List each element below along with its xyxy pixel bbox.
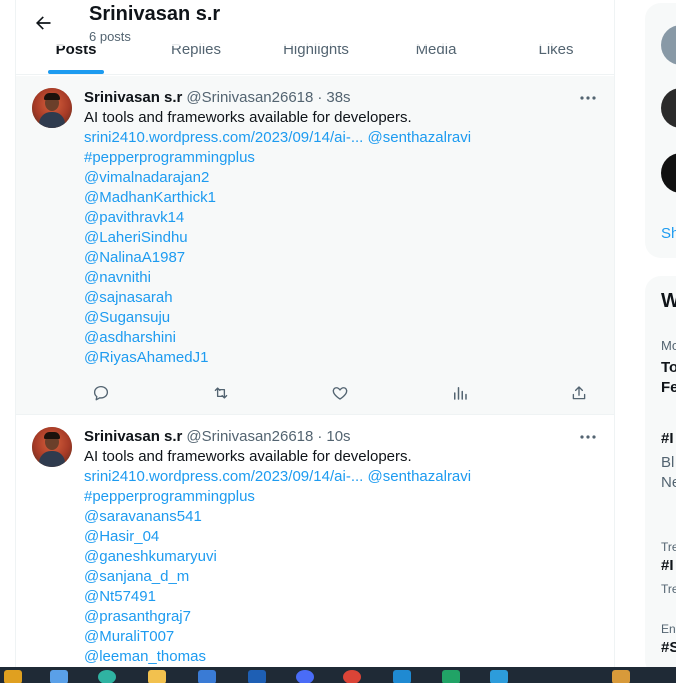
avatar[interactable]	[32, 88, 72, 128]
share-button[interactable]	[562, 376, 596, 410]
reply-button[interactable]	[84, 376, 118, 410]
more-icon	[580, 96, 596, 100]
chat-icon[interactable]	[296, 670, 314, 683]
posts-count: 6 posts	[89, 29, 131, 44]
who-to-follow-panel: Sh	[645, 3, 676, 258]
show-more-link[interactable]: Sh	[661, 225, 676, 242]
hashtag-link[interactable]: #pepperprogrammingplus	[84, 487, 600, 507]
trend-item[interactable]: En	[661, 622, 676, 636]
tweet-header: Srinivasan s.r @Srinivasan26618 · 10s	[84, 427, 351, 447]
tweet-link[interactable]: srini2410.wordpress.com/2023/09/14/ai-..…	[84, 129, 363, 146]
tweet-time[interactable]: 10s	[326, 427, 350, 447]
chrome-icon[interactable]	[343, 670, 361, 683]
views-button[interactable]	[443, 376, 477, 410]
repost-button[interactable]	[204, 376, 238, 410]
bar-chart-icon	[453, 387, 467, 400]
trend-item[interactable]: #I	[661, 430, 674, 447]
mention-link[interactable]: @asdharshini	[84, 328, 600, 348]
share-icon	[572, 386, 586, 400]
tweet-feed: Srinivasan s.r @Srinivasan26618 · 38s AI…	[16, 76, 614, 667]
back-button[interactable]	[28, 8, 58, 38]
mention-link[interactable]: @Hasir_04	[84, 527, 600, 547]
trend-item[interactable]: Ne	[661, 474, 676, 491]
heart-icon	[332, 387, 348, 400]
trend-item[interactable]: Bl	[661, 454, 674, 471]
avatar[interactable]	[661, 25, 676, 65]
repost-icon	[214, 387, 227, 399]
trend-item[interactable]: #S	[661, 639, 676, 656]
profile-header: Srinivasan s.r 6 posts	[16, 0, 614, 46]
mention-link[interactable]: @NalinaA1987	[84, 248, 600, 268]
tweet-time[interactable]: 38s	[326, 88, 350, 108]
active-tab-indicator	[48, 70, 104, 74]
avatar[interactable]	[32, 427, 72, 467]
tweet[interactable]: Srinivasan s.r @Srinivasan26618 · 38s AI…	[16, 76, 614, 415]
trends-title: W	[661, 290, 676, 312]
mention-link[interactable]: @sajnasarah	[84, 288, 600, 308]
more-icon	[580, 435, 596, 439]
author-handle[interactable]: @Srinivasan26618	[186, 88, 313, 108]
mention-link[interactable]: @ganeshkumaryuvi	[84, 547, 600, 567]
mention-link[interactable]: @senthazalravi	[368, 468, 472, 485]
avatar[interactable]	[661, 153, 676, 193]
trend-item[interactable]: Fe	[661, 379, 676, 396]
mention-link[interactable]: @vimalnadarajan2	[84, 168, 600, 188]
reply-icon	[93, 385, 109, 401]
mention-link[interactable]: @leeman_thomas	[84, 647, 600, 667]
more-options-button[interactable]	[576, 88, 600, 108]
avatar[interactable]	[661, 88, 676, 128]
trend-item[interactable]: #I	[661, 557, 674, 574]
mention-link[interactable]: @navnithi	[84, 268, 600, 288]
author-name[interactable]: Srinivasan s.r	[84, 427, 182, 447]
trends-panel: W Mo To Fe #I Bl Ne Tre #I Tre En #S	[645, 276, 676, 676]
mention-link[interactable]: @MadhanKarthick1	[84, 188, 600, 208]
tweet-sentence: AI tools and frameworks available for de…	[84, 448, 412, 465]
mail-icon[interactable]	[248, 670, 266, 683]
mention-link[interactable]: @Nt57491	[84, 587, 600, 607]
trend-item[interactable]: Tre	[661, 582, 676, 596]
folder-icon[interactable]	[148, 670, 166, 683]
author-handle[interactable]: @Srinivasan26618	[186, 427, 313, 447]
app-icon[interactable]	[490, 670, 508, 683]
tweet-text: AI tools and frameworks available for de…	[84, 447, 600, 667]
mention-link[interactable]: @saravanans541	[84, 507, 600, 527]
tweet-sentence: AI tools and frameworks available for de…	[84, 109, 412, 126]
profile-timeline: Posts Replies Highlights Media Likes Sri…	[15, 0, 615, 667]
mention-link[interactable]: @prasanthgraj7	[84, 607, 600, 627]
mention-link[interactable]: @senthazalravi	[368, 129, 472, 146]
weather-icon[interactable]	[4, 670, 22, 683]
mention-link[interactable]: @LaheriSindhu	[84, 228, 600, 248]
tweet-header: Srinivasan s.r @Srinivasan26618 · 38s	[84, 88, 351, 108]
tweet[interactable]: Srinivasan s.r @Srinivasan26618 · 10s AI…	[16, 415, 614, 667]
excel-icon[interactable]	[442, 670, 460, 683]
tray-icon[interactable]	[612, 670, 630, 683]
right-sidebar: ⚲ Sh W Mo To Fe #I Bl Ne Tre #I Tre En #…	[645, 0, 676, 676]
arrow-left-icon	[36, 16, 51, 30]
browser-icon[interactable]	[98, 670, 116, 683]
like-button[interactable]	[323, 376, 357, 410]
trend-item[interactable]: To	[661, 359, 676, 376]
profile-name: Srinivasan s.r	[89, 3, 221, 25]
mention-link[interactable]: @pavithravk14	[84, 208, 600, 228]
store-icon[interactable]	[198, 670, 216, 683]
tweet-text: AI tools and frameworks available for de…	[84, 108, 600, 368]
trend-item[interactable]: Tre	[661, 540, 676, 554]
mention-link[interactable]: @sanjana_d_m	[84, 567, 600, 587]
trend-item[interactable]: Mo	[661, 338, 676, 353]
mention-link[interactable]: @Sugansuju	[84, 308, 600, 328]
vscode-icon[interactable]	[393, 670, 411, 683]
author-name[interactable]: Srinivasan s.r	[84, 88, 182, 108]
os-taskbar	[0, 667, 676, 683]
mention-link[interactable]: @MuraliT007	[84, 627, 600, 647]
tweet-link[interactable]: srini2410.wordpress.com/2023/09/14/ai-..…	[84, 468, 363, 485]
start-icon[interactable]	[50, 670, 68, 683]
tweet-actions	[84, 372, 600, 414]
mention-link[interactable]: @RiyasAhamedJ1	[84, 348, 600, 368]
hashtag-link[interactable]: #pepperprogrammingplus	[84, 148, 600, 168]
more-options-button[interactable]	[576, 427, 600, 447]
